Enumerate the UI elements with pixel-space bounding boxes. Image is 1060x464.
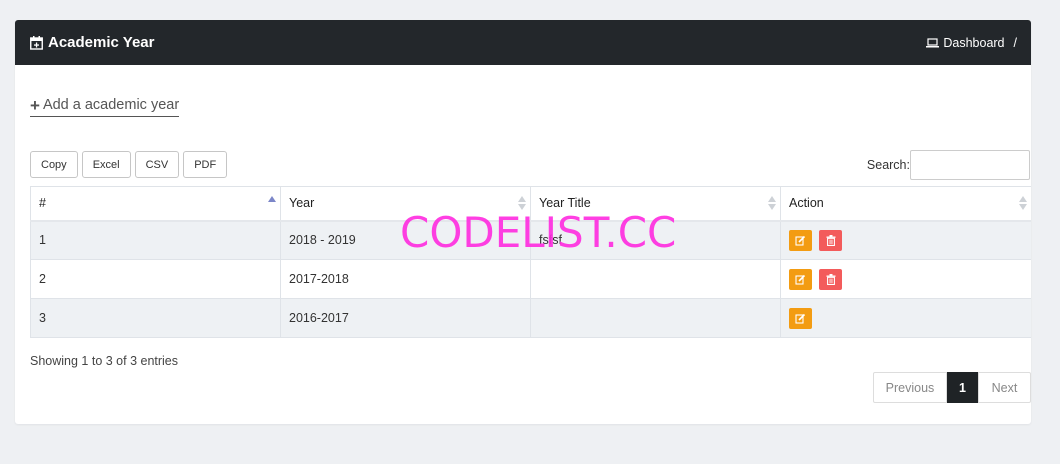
excel-button[interactable]: Excel bbox=[81, 151, 131, 178]
column-header-action[interactable]: Action bbox=[780, 186, 1031, 222]
edit-button[interactable] bbox=[789, 229, 812, 251]
table-info: Showing 1 to 3 of 3 entries bbox=[30, 354, 179, 368]
add-academic-year-link[interactable]: + Add a academic year bbox=[30, 95, 180, 117]
breadcrumb: Dashboard / bbox=[926, 36, 1017, 50]
cell-number: 3 bbox=[30, 298, 281, 338]
table-row: 1 2018 - 2019 fsfsf bbox=[30, 220, 1031, 260]
cell-number: 2 bbox=[30, 259, 281, 299]
academic-year-card: Academic Year Dashboard / + Add a academ… bbox=[15, 20, 1031, 424]
edit-icon bbox=[795, 235, 806, 246]
column-header-label: Action bbox=[789, 196, 824, 211]
edit-button[interactable] bbox=[789, 268, 812, 290]
cell-year-title bbox=[530, 259, 781, 299]
academic-year-table: # Year Year Title Action 1 2018 - 2019 f… bbox=[30, 186, 1031, 338]
table-row: 2 2017-2018 bbox=[30, 259, 1031, 299]
cell-year-title: fsfsf bbox=[530, 220, 781, 260]
column-header-number[interactable]: # bbox=[30, 186, 281, 222]
cell-actions bbox=[780, 298, 1031, 338]
plus-icon: + bbox=[30, 95, 40, 115]
page-title: Academic Year bbox=[30, 34, 154, 51]
column-header-label: # bbox=[39, 196, 46, 211]
cell-actions bbox=[780, 259, 1031, 299]
page-title-text: Academic Year bbox=[48, 34, 155, 51]
breadcrumb-separator: / bbox=[1013, 35, 1017, 50]
add-academic-year-label: Add a academic year bbox=[42, 97, 180, 113]
pagination: Previous 1 Next bbox=[873, 372, 1031, 403]
next-page-button[interactable]: Next bbox=[978, 372, 1031, 403]
copy-button[interactable]: Copy bbox=[30, 151, 78, 178]
column-header-year[interactable]: Year bbox=[280, 186, 531, 222]
card-header: Academic Year Dashboard / bbox=[15, 20, 1031, 65]
cell-number: 1 bbox=[30, 220, 281, 260]
page-1-button[interactable]: 1 bbox=[947, 372, 978, 403]
edit-button[interactable] bbox=[789, 307, 812, 329]
cell-year: 2016-2017 bbox=[280, 298, 531, 338]
edit-icon bbox=[795, 274, 806, 285]
column-header-year-title[interactable]: Year Title bbox=[530, 186, 781, 222]
search-input[interactable] bbox=[910, 150, 1030, 180]
sort-ascending-icon bbox=[268, 196, 276, 210]
cell-actions bbox=[780, 220, 1031, 260]
csv-button[interactable]: CSV bbox=[134, 151, 180, 178]
column-header-label: Year Title bbox=[539, 196, 591, 211]
edit-icon bbox=[795, 313, 806, 324]
column-header-label: Year bbox=[289, 196, 315, 211]
table-row: 3 2016-2017 bbox=[30, 298, 1031, 338]
export-buttons: Copy Excel CSV PDF bbox=[30, 151, 231, 178]
pdf-button[interactable]: PDF bbox=[183, 151, 228, 178]
cell-year-title bbox=[530, 298, 781, 338]
search-box: Search: bbox=[867, 150, 1030, 180]
laptop-icon bbox=[926, 37, 940, 47]
sort-icon bbox=[768, 196, 776, 210]
sort-icon bbox=[518, 196, 526, 210]
cell-year: 2017-2018 bbox=[280, 259, 531, 299]
table-header-row: # Year Year Title Action bbox=[30, 186, 1031, 222]
search-label: Search: bbox=[866, 158, 910, 172]
trash-icon bbox=[826, 234, 836, 246]
previous-page-button[interactable]: Previous bbox=[873, 372, 947, 403]
sort-icon bbox=[1019, 196, 1027, 210]
delete-button[interactable] bbox=[819, 268, 843, 290]
cell-year: 2018 - 2019 bbox=[280, 220, 531, 260]
calendar-plus-icon bbox=[30, 35, 43, 50]
delete-button[interactable] bbox=[819, 229, 843, 251]
trash-icon bbox=[826, 273, 836, 285]
breadcrumb-dashboard-link[interactable]: Dashboard bbox=[943, 36, 1004, 50]
